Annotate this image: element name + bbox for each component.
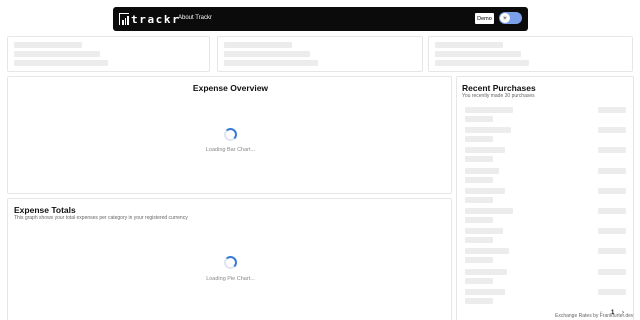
demo-button[interactable]: Demo	[475, 13, 494, 24]
purchase-skeleton-subtitle	[465, 176, 493, 183]
purchase-skeleton-title	[465, 248, 509, 255]
recent-purchases-title: Recent Purchases	[462, 83, 536, 93]
skeleton-line	[224, 51, 310, 57]
purchase-skeleton-amount	[598, 288, 626, 295]
bar-chart-logo-icon	[119, 13, 129, 25]
purchase-skeleton-amount	[598, 228, 626, 235]
skeleton-line	[224, 60, 318, 66]
theme-toggle[interactable]: ☀	[499, 12, 522, 24]
loading-spinner	[224, 256, 237, 269]
exchange-rates-credit: Exchange Rates by Frankfurter.dev	[555, 313, 634, 319]
bar-chart-loading-text: Loading Bar Chart...	[205, 147, 256, 153]
purchase-skeleton-subtitle	[465, 217, 493, 223]
about-trackr-link[interactable]: About Trackr	[178, 15, 212, 21]
skeleton-line	[435, 42, 503, 48]
expense-totals-subtitle: This graph shows your total expenses per…	[14, 215, 188, 221]
purchase-skeleton-title	[465, 127, 511, 134]
purchase-skeleton-title	[465, 147, 505, 154]
recent-purchases-subtitle: You recently made 30 purchases	[462, 93, 535, 99]
expense-overview-title: Expense Overview	[192, 83, 269, 93]
skeleton-line	[435, 51, 521, 57]
purchase-skeleton-amount	[598, 268, 626, 275]
purchase-skeleton-subtitle	[465, 277, 493, 284]
purchase-skeleton-title	[465, 208, 513, 214]
skeleton-line	[14, 51, 100, 57]
purchase-skeleton-subtitle	[465, 196, 493, 203]
skeleton-line	[435, 60, 529, 66]
purchase-skeleton-amount	[598, 147, 626, 154]
purchase-skeleton-amount	[598, 127, 626, 134]
purchase-skeleton-title	[465, 187, 505, 194]
loading-spinner	[224, 128, 237, 141]
skeleton-line	[14, 60, 108, 66]
sun-icon: ☀	[500, 13, 510, 23]
purchase-skeleton-subtitle	[465, 257, 493, 264]
purchase-skeleton-subtitle	[465, 297, 493, 304]
summary-card-2	[217, 36, 423, 72]
purchase-skeleton-subtitle	[465, 156, 493, 163]
expense-totals-title: Expense Totals	[14, 205, 76, 215]
purchase-skeleton-subtitle	[465, 136, 493, 143]
purchase-skeleton-amount	[598, 107, 626, 113]
summary-card-3	[428, 36, 633, 72]
purchase-skeleton-title	[465, 288, 505, 295]
skeleton-line	[224, 42, 292, 48]
pie-chart-loading-text: Loading Pie Chart...	[206, 276, 255, 282]
expense-totals-panel: Expense Totals This graph shows your tot…	[7, 198, 452, 320]
purchase-skeleton-subtitle	[465, 237, 493, 244]
purchase-skeleton-amount	[598, 208, 626, 214]
purchase-skeleton-title	[465, 268, 507, 275]
purchase-skeleton-title	[465, 167, 499, 174]
purchase-skeleton-amount	[598, 187, 626, 194]
expense-overview-panel: Expense Overview Loading Bar Chart...	[7, 76, 452, 194]
logo[interactable]: trackr	[119, 12, 180, 26]
purchase-skeleton-amount	[598, 248, 626, 255]
logo-text: trackr	[131, 12, 181, 26]
navbar: trackr About Trackr Demo ☀	[113, 7, 528, 31]
purchase-skeleton-title	[465, 107, 513, 113]
purchase-skeleton-subtitle	[465, 116, 493, 122]
recent-purchases-panel: Recent Purchases You recently made 30 pu…	[456, 76, 634, 320]
purchase-skeleton-amount	[598, 167, 626, 174]
purchase-skeleton-title	[465, 228, 503, 235]
skeleton-line	[14, 42, 82, 48]
summary-card-1	[7, 36, 210, 72]
